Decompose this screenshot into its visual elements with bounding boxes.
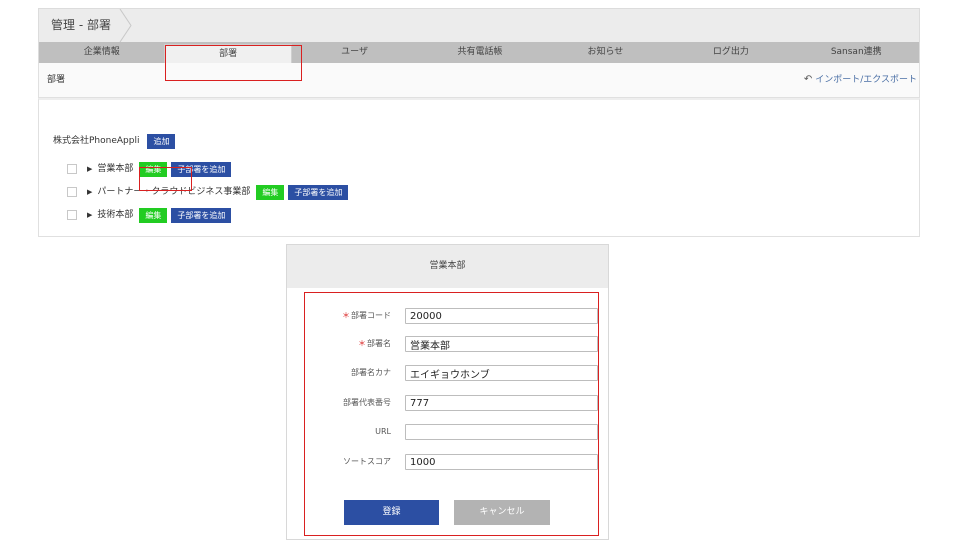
form-row-name: ＊部署名	[304, 334, 599, 354]
tab-bar: 企業情報 部署 ユーザ 共有電話帳 お知らせ ログ出力 Sansan連携	[38, 42, 920, 63]
sort-score-input[interactable]	[405, 454, 598, 470]
dialog-title: 営業本部	[287, 245, 608, 288]
add-child-button[interactable]: 子部署を追加	[171, 161, 232, 177]
import-export-label: インポート/エクスポート	[815, 75, 917, 85]
edit-button[interactable]: 編集	[256, 184, 285, 200]
edit-department-dialog: 営業本部 ＊部署コード ＊部署名 部署名カナ 部署代表番号 URL ソートスコア	[286, 244, 609, 540]
import-export-link[interactable]: ↶ インポート/エクスポート	[804, 63, 917, 97]
dept-name: 技術本部	[97, 210, 134, 220]
department-code-input[interactable]	[405, 308, 598, 324]
add-child-button[interactable]: 子部署を追加	[171, 207, 232, 223]
form-row-sort: ソートスコア	[304, 452, 599, 472]
add-child-button[interactable]: 子部署を追加	[288, 184, 349, 200]
section-header: 部署 ↶ インポート/エクスポート	[38, 63, 920, 98]
department-name-input[interactable]	[405, 336, 598, 352]
section-title: 部署	[47, 75, 66, 85]
department-kana-input[interactable]	[405, 365, 598, 381]
url-label: URL	[375, 427, 391, 436]
form-row-kana: 部署名カナ	[304, 363, 599, 383]
required-mark: ＊	[342, 311, 350, 320]
department-tree: 株式会社PhoneAppli 追加 ▶ 営業本部 編集 子部署を追加 ▶ パートナー・クラ…	[38, 98, 920, 237]
dept-name: パートナー・クラウドビジネス事業部	[97, 187, 251, 197]
phone-label: 部署代表番号	[343, 398, 391, 407]
tree-item-dept-3: ▶ 技術本部 編集 子部署を追加	[67, 207, 232, 224]
kana-label: 部署名カナ	[351, 368, 391, 377]
tab-users[interactable]: ユーザ	[292, 42, 417, 63]
dept-name: 営業本部	[97, 164, 134, 174]
company-name: 株式会社PhoneAppli	[53, 136, 140, 146]
tab-departments[interactable]: 部署	[164, 44, 292, 63]
expand-triangle-icon[interactable]: ▶	[87, 161, 92, 177]
form-buttons: 登録 キャンセル	[344, 500, 550, 525]
code-label: ＊部署コード	[342, 311, 391, 320]
breadcrumb: 管理 - 部署	[38, 8, 920, 42]
tab-company-info[interactable]: 企業情報	[39, 42, 164, 63]
form-row-code: ＊部署コード	[304, 306, 599, 326]
edit-button[interactable]: 編集	[139, 207, 168, 223]
form-row-phone: 部署代表番号	[304, 393, 599, 413]
tab-shared-phonebook[interactable]: 共有電話帳	[417, 42, 542, 63]
tree-item-dept-2: ▶ パートナー・クラウドビジネス事業部 編集 子部署を追加	[67, 184, 349, 201]
dept-checkbox[interactable]	[67, 210, 77, 220]
cancel-button[interactable]: キャンセル	[454, 500, 550, 525]
dept-checkbox[interactable]	[67, 187, 77, 197]
tab-notices[interactable]: お知らせ	[543, 42, 668, 63]
reply-arrow-icon: ↶	[803, 74, 813, 85]
tab-sansan[interactable]: Sansan連携	[794, 42, 919, 63]
expand-triangle-icon[interactable]: ▶	[87, 184, 92, 200]
department-phone-input[interactable]	[405, 395, 598, 411]
form-row-url: URL	[304, 422, 599, 442]
name-label: ＊部署名	[358, 339, 391, 348]
dept-checkbox[interactable]	[67, 164, 77, 174]
register-button[interactable]: 登録	[344, 500, 439, 525]
tab-log-export[interactable]: ログ出力	[668, 42, 793, 63]
add-department-button[interactable]: 追加	[147, 133, 176, 149]
required-mark: ＊	[358, 339, 366, 348]
breadcrumb-text[interactable]: 管理 - 部署	[51, 9, 121, 42]
breadcrumb-chevron-icon	[119, 9, 132, 42]
sort-label: ソートスコア	[343, 457, 391, 466]
admin-app: 管理 - 部署 企業情報 部署 ユーザ 共有電話帳 お知らせ ログ出力 Sans…	[38, 8, 920, 237]
url-input[interactable]	[405, 424, 598, 440]
edit-button[interactable]: 編集	[139, 161, 168, 177]
expand-triangle-icon[interactable]: ▶	[87, 207, 92, 223]
edit-form: ＊部署コード ＊部署名 部署名カナ 部署代表番号 URL ソートスコア 登録キャ…	[304, 292, 599, 536]
company-row: 株式会社PhoneAppli 追加	[53, 133, 176, 150]
tree-item-dept-1: ▶ 営業本部 編集 子部署を追加	[67, 161, 232, 178]
